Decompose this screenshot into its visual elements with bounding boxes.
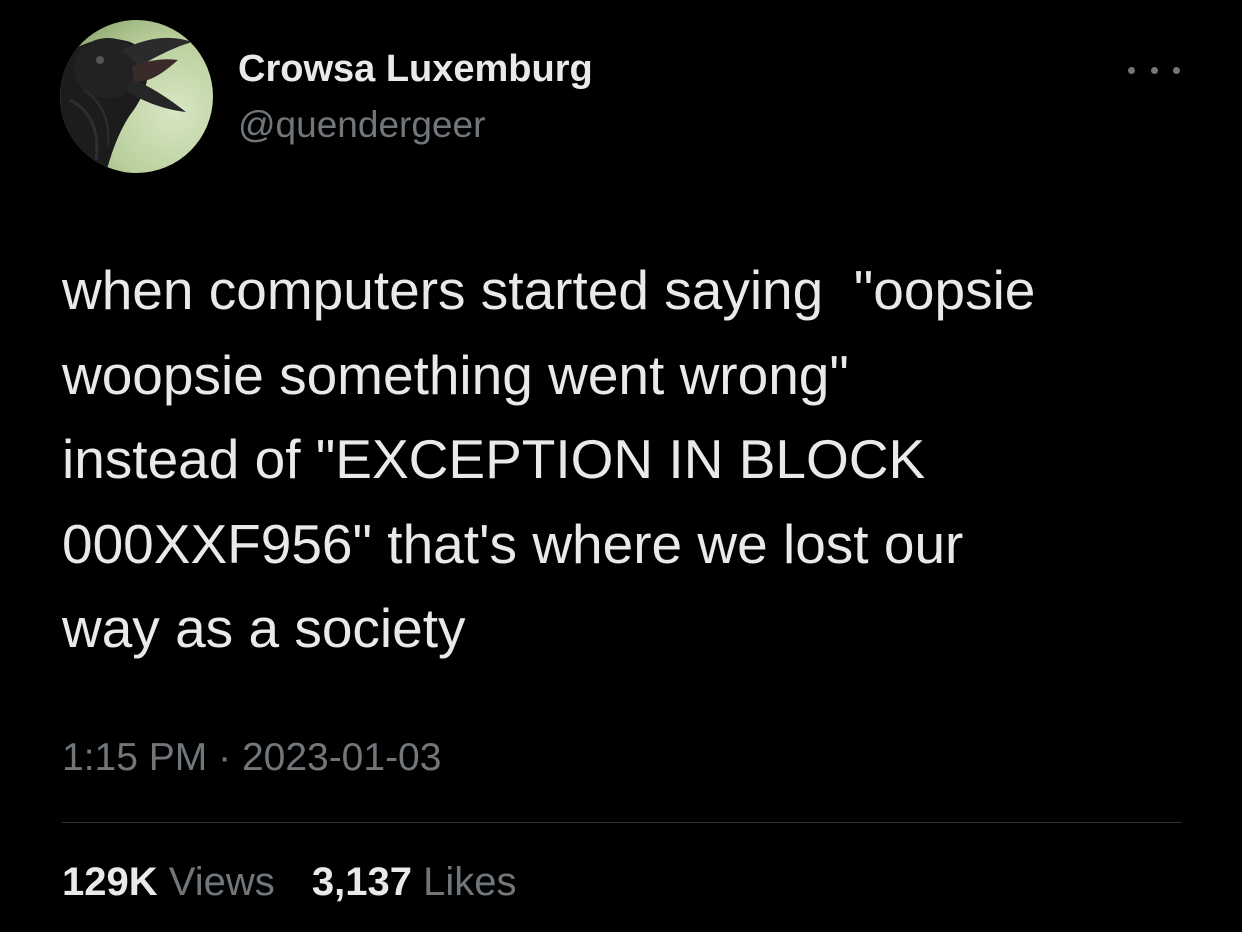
author-handle[interactable]: @quendergeer bbox=[238, 104, 485, 146]
tweet-text-line: instead of "EXCEPTION IN BLOCK bbox=[62, 428, 926, 490]
likes-label: Likes bbox=[423, 860, 517, 904]
tweet-stats: 129K Views 3,137 Likes bbox=[62, 860, 542, 905]
tweet-timestamp[interactable]: 1:15 PM · 2023-01-03 bbox=[62, 736, 441, 780]
tweet-text: when computers started saying "oopsie wo… bbox=[62, 248, 1222, 671]
views-stat[interactable]: 129K Views bbox=[62, 860, 275, 905]
crow-avatar-image bbox=[60, 20, 213, 173]
likes-count: 3,137 bbox=[311, 860, 412, 904]
tweet-card: Crowsa Luxemburg @quendergeer when compu… bbox=[0, 0, 1242, 932]
more-options-icon[interactable] bbox=[1128, 56, 1180, 84]
tweet-text-line: woopsie something went wrong" bbox=[62, 343, 849, 406]
more-dot bbox=[1173, 66, 1180, 74]
tweet-text-line: when computers started saying "oopsie bbox=[62, 259, 1036, 321]
more-dot bbox=[1128, 66, 1135, 74]
meta-separator: · bbox=[218, 736, 232, 779]
author-display-name[interactable]: Crowsa Luxemburg bbox=[238, 48, 593, 91]
tweet-text-line: way as a society bbox=[62, 597, 466, 659]
tweet-text-line: 000XXF956" that's where we lost our bbox=[62, 512, 964, 575]
tweet-time: 1:15 PM bbox=[62, 736, 208, 779]
divider bbox=[62, 822, 1182, 823]
views-count: 129K bbox=[62, 860, 158, 904]
more-dot bbox=[1150, 66, 1158, 74]
views-label: Views bbox=[168, 860, 275, 904]
avatar[interactable] bbox=[60, 20, 213, 173]
likes-stat[interactable]: 3,137 Likes bbox=[312, 860, 517, 905]
tweet-date: 2023-01-03 bbox=[241, 736, 442, 779]
